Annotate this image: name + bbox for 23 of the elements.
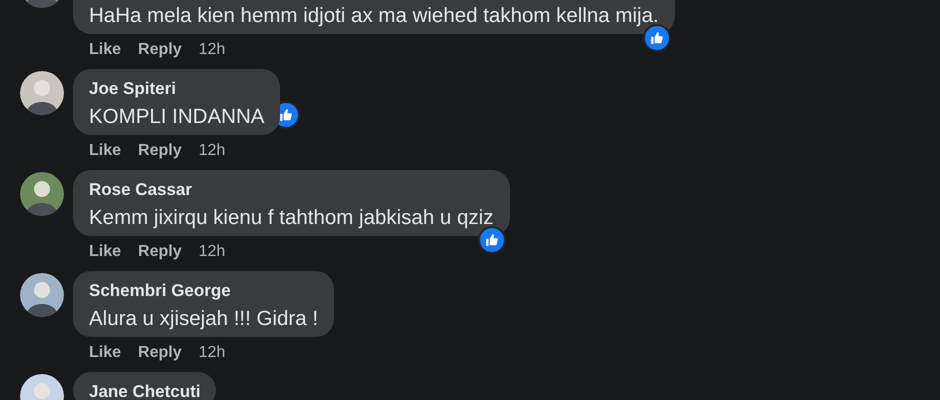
comment-text: Kemm jixirqu kienu f tahthom jabkisah u qziz — [89, 206, 494, 230]
comment-time[interactable]: 12h — [198, 41, 226, 59]
comment-text: KOMPLI INDANNA — [89, 105, 264, 129]
comment-action-link[interactable]: Reply — [138, 142, 182, 160]
comment-text: Alura u xjisejah !!! Gidra ! — [89, 307, 318, 331]
avatar[interactable] — [20, 273, 64, 317]
comment-action-link[interactable]: Reply — [138, 41, 182, 59]
commenter-name[interactable]: Rose Cassar — [89, 180, 494, 200]
commenter-name[interactable]: Schembri George — [89, 281, 318, 301]
commenter-name[interactable]: Joe Spiteri — [89, 79, 264, 99]
comment-action-link[interactable]: Reply — [138, 243, 182, 261]
comment-action-link[interactable]: Like — [89, 41, 122, 59]
comment-time[interactable]: 12h — [198, 142, 226, 160]
comment-action-link[interactable]: Reply — [138, 344, 182, 362]
avatar[interactable] — [20, 71, 64, 115]
comment-action-link[interactable]: Like — [89, 142, 122, 160]
comment-action-link[interactable]: Like — [89, 243, 122, 261]
comment-action-link[interactable]: Like — [89, 344, 122, 362]
comment-time[interactable]: 12h — [198, 344, 226, 362]
avatar[interactable] — [20, 172, 64, 216]
comment-text: HaHa mela kien hemm idjoti ax ma wiehed takhom kellna mija. — [89, 4, 659, 28]
commenter-name[interactable]: Jane Chetcuti — [89, 382, 200, 400]
comment-time[interactable]: 12h — [198, 243, 226, 261]
